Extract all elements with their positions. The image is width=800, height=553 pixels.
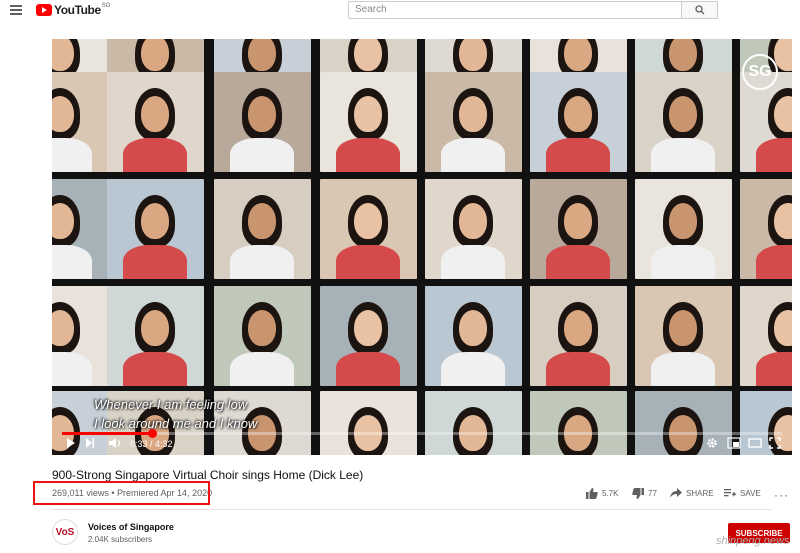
choir-member-tile [425,179,522,279]
subscriber-count: 2.04K subscribers [88,535,153,544]
fullscreen-icon[interactable] [769,437,781,449]
playlist-add-icon [724,489,736,497]
share-button[interactable]: SHARE [670,488,714,498]
choir-member-tile [530,72,627,172]
search-input[interactable]: Search [348,1,682,19]
search-icon [694,5,704,15]
choir-member-tile [107,286,204,386]
top-bar: YouTube SG Search [0,0,800,22]
dislike-button[interactable]: 77 [632,488,657,499]
subtitle-line-2: I look around me and I know [94,416,258,431]
choir-member-tile [214,286,311,386]
player-controls: 0:33 / 4:32 [52,435,792,455]
save-label: SAVE [740,488,761,498]
like-count: 5.7K [602,489,619,498]
search-button[interactable] [682,1,718,19]
video-title: 900-Strong Singapore Virtual Choir sings… [52,468,364,482]
choir-member-tile [52,72,109,172]
choir-member-tile [52,286,109,386]
thumbs-down-icon [632,488,644,499]
choir-member-tile [320,286,417,386]
choir-member-tile [530,286,627,386]
logo-text: YouTube [54,3,101,17]
watermark: shinpeng.news [716,535,790,547]
choir-member-tile [214,179,311,279]
share-arrow-icon [670,488,682,498]
choir-member-tile [740,179,792,279]
share-label: SHARE [686,488,714,498]
settings-gear-icon[interactable] [706,437,718,449]
choir-member-tile [635,179,732,279]
choir-member-tile [425,286,522,386]
choir-member-tile [530,179,627,279]
highlight-annotation-box [33,481,210,505]
like-button[interactable]: 5.7K [586,488,618,499]
choir-member-tile [635,286,732,386]
play-icon[interactable] [66,437,76,449]
play-logo-icon [36,4,52,16]
subtitle-line-1: Whenever I am feeling low [94,397,248,412]
save-button[interactable]: SAVE [724,488,761,498]
thumbs-up-icon [586,488,598,499]
choir-member-tile [425,72,522,172]
choir-member-tile [107,72,204,172]
logo-region: SG [101,3,111,9]
more-actions-icon[interactable]: ··· [774,488,789,502]
next-icon[interactable] [85,437,95,449]
choir-member-tile [320,179,417,279]
choir-member-tile [635,72,732,172]
channel-name[interactable]: Voices of Singapore [88,522,174,532]
time-display: 0:33 / 4:32 [130,439,173,449]
choir-member-tile [52,179,109,279]
hamburger-menu-icon[interactable] [10,5,22,15]
miniplayer-icon[interactable] [727,437,741,449]
choir-member-tile [107,179,204,279]
theater-mode-icon[interactable] [748,437,762,449]
choir-member-tile [214,72,311,172]
video-player[interactable]: SG Whenever I am feeling low I look arou… [52,39,792,455]
choir-video-grid [52,39,792,455]
channel-avatar[interactable]: VoS [52,519,78,545]
sg-overlay-logo: SG [742,54,778,90]
volume-icon[interactable] [108,437,122,449]
choir-member-tile [740,286,792,386]
choir-member-tile [320,72,417,172]
divider [52,509,772,510]
dislike-count: 77 [648,489,657,498]
youtube-logo[interactable]: YouTube SG [36,3,110,17]
